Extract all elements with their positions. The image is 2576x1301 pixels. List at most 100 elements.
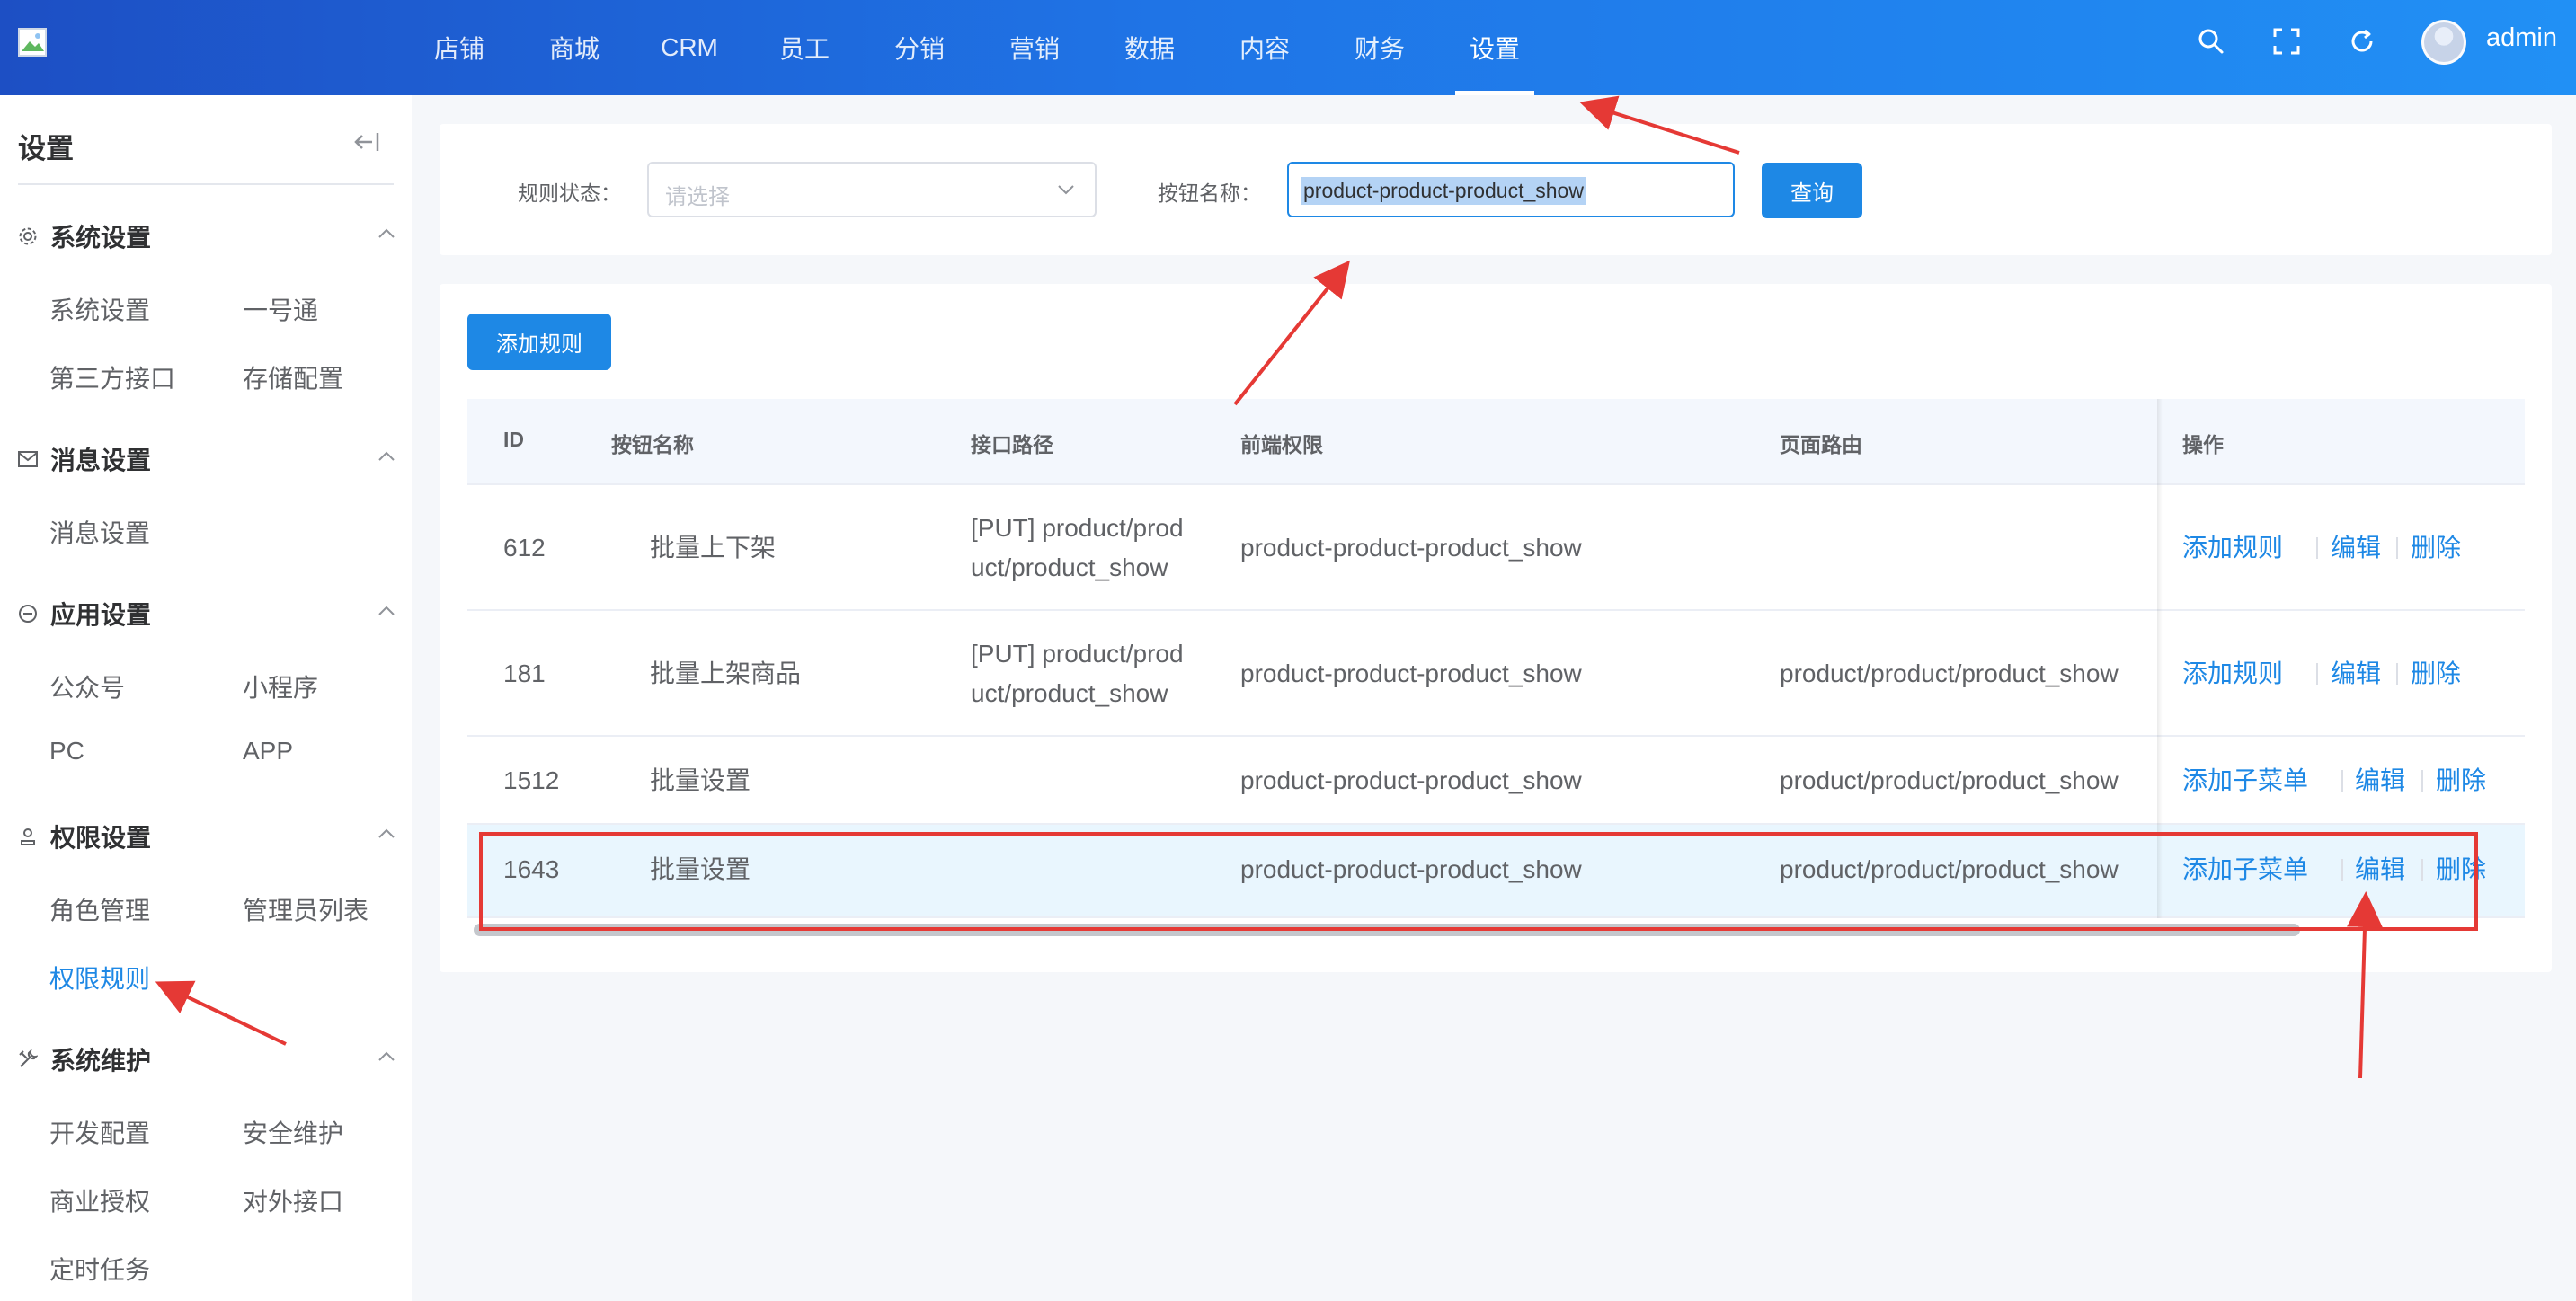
nav-crm[interactable]: CRM <box>632 0 747 95</box>
op-separator <box>2421 770 2423 792</box>
sidebar-item-app[interactable]: APP <box>243 737 293 766</box>
column-header-actions: 操作 <box>2182 433 2224 456</box>
sidebar-item-one-pass[interactable]: 一号通 <box>243 291 318 327</box>
sidebar-item-official-account[interactable]: 公众号 <box>49 668 125 704</box>
chevron-up-icon <box>378 451 395 461</box>
delete-link[interactable]: 删除 <box>2436 761 2486 797</box>
highlight-box <box>479 832 2478 931</box>
table-row: 181 批量上架商品 [PUT] product/prod uct/produc… <box>467 611 2525 737</box>
sidebar-item-commercial-license[interactable]: 商业授权 <box>49 1182 150 1218</box>
chevron-down-icon <box>1058 185 1074 195</box>
user-icon <box>18 827 38 846</box>
add-submenu-link[interactable]: 添加子菜单 <box>2182 761 2308 797</box>
sidebar-item-security-maintenance[interactable]: 安全维护 <box>243 1114 343 1150</box>
column-header-button-name: 按钮名称 <box>611 433 694 456</box>
group-system-settings[interactable]: 系统设置 <box>18 218 395 254</box>
group-label: 权限设置 <box>50 824 152 852</box>
op-separator <box>2316 663 2318 685</box>
gear-icon <box>18 226 38 246</box>
cell-frontend-permission: product-product-product_show <box>1240 766 1582 794</box>
nav-shop[interactable]: 店铺 <box>402 0 517 95</box>
sidebar-item-mini-program[interactable]: 小程序 <box>243 668 318 704</box>
chevron-up-icon <box>378 228 395 238</box>
group-label: 应用设置 <box>50 601 152 629</box>
sidebar-item-message-settings[interactable]: 消息设置 <box>49 514 150 550</box>
sidebar-item-role-management[interactable]: 角色管理 <box>49 891 150 927</box>
collapse-sidebar-icon[interactable] <box>354 131 379 157</box>
query-button[interactable]: 查询 <box>1762 163 1862 218</box>
cell-api-path-line2: uct/product_show <box>971 553 1168 581</box>
column-header-frontend-permission: 前端权限 <box>1240 433 1323 456</box>
group-system-maintenance[interactable]: 系统维护 <box>18 1041 395 1077</box>
column-header-id: ID <box>503 428 524 451</box>
sidebar-item-third-party-api[interactable]: 第三方接口 <box>49 359 175 395</box>
nav-settings[interactable]: 设置 <box>1437 0 1552 95</box>
status-select[interactable]: 请选择 <box>647 162 1097 217</box>
add-rule-link[interactable]: 添加规则 <box>2182 654 2283 690</box>
sidebar-item-admin-list[interactable]: 管理员列表 <box>243 891 369 927</box>
sidebar-item-permission-rules[interactable]: 权限规则 <box>49 960 150 996</box>
tools-icon <box>18 1049 38 1069</box>
cell-page-route: product/product/product_show <box>1780 659 2119 687</box>
nav-finance[interactable]: 财务 <box>1322 0 1437 95</box>
group-label: 系统设置 <box>50 224 152 252</box>
edit-link[interactable]: 编辑 <box>2331 528 2381 564</box>
app-icon <box>18 604 38 624</box>
chevron-up-icon <box>378 606 395 615</box>
sidebar-item-scheduled-tasks[interactable]: 定时任务 <box>49 1251 150 1287</box>
cell-frontend-permission: product-product-product_show <box>1240 534 1582 562</box>
button-name-input[interactable]: product-product-product_show <box>1287 162 1735 217</box>
logo-icon[interactable] <box>18 28 47 57</box>
button-name-input-value: product-product-product_show <box>1301 177 1586 205</box>
cell-id: 181 <box>503 659 546 687</box>
nav-content[interactable]: 内容 <box>1207 0 1322 95</box>
delete-link[interactable]: 删除 <box>2411 654 2461 690</box>
edit-link[interactable]: 编辑 <box>2331 654 2381 690</box>
nav-mall[interactable]: 商城 <box>517 0 632 95</box>
sidebar: 设置 系统设置 系统设置 一号通 第三方接口 存储配置 消息设置 消息设置 应用… <box>0 95 412 1301</box>
add-rule-link[interactable]: 添加规则 <box>2182 528 2283 564</box>
search-icon[interactable] <box>2191 22 2231 61</box>
op-separator <box>2396 537 2398 559</box>
table-row: 1512 批量设置 product-product-product_show p… <box>467 737 2525 825</box>
sidebar-item-system-settings[interactable]: 系统设置 <box>49 291 150 327</box>
top-header: 店铺 商城 CRM 员工 分销 营销 数据 内容 财务 设置 admin <box>0 0 2576 95</box>
group-message-settings[interactable]: 消息设置 <box>18 441 395 477</box>
fullscreen-icon[interactable] <box>2267 22 2306 61</box>
nav-distribution[interactable]: 分销 <box>862 0 977 95</box>
op-separator <box>2316 537 2318 559</box>
add-rule-button[interactable]: 添加规则 <box>467 314 611 370</box>
group-permission-settings[interactable]: 权限设置 <box>18 819 395 854</box>
user-name[interactable]: admin <box>2486 23 2557 53</box>
group-app-settings[interactable]: 应用设置 <box>18 596 395 632</box>
op-separator <box>2341 770 2343 792</box>
chevron-up-icon <box>378 1051 395 1061</box>
status-select-placeholder: 请选择 <box>665 185 730 209</box>
button-name-label: 按钮名称： <box>1158 181 1261 205</box>
sidebar-item-external-api[interactable]: 对外接口 <box>243 1182 343 1218</box>
refresh-icon[interactable] <box>2342 22 2382 61</box>
sidebar-item-storage-config[interactable]: 存储配置 <box>243 359 343 395</box>
status-filter-label: 规则状态： <box>518 181 621 205</box>
chevron-up-icon <box>378 828 395 838</box>
avatar[interactable] <box>2421 20 2466 65</box>
nav-staff[interactable]: 员工 <box>747 0 862 95</box>
group-label: 消息设置 <box>50 447 152 474</box>
table-header: ID 按钮名称 接口路径 前端权限 页面路由 操作 <box>467 399 2525 485</box>
nav-marketing[interactable]: 营销 <box>977 0 1092 95</box>
cell-button-name: 批量上架商品 <box>650 659 802 687</box>
nav-data[interactable]: 数据 <box>1092 0 1207 95</box>
group-label: 系统维护 <box>50 1047 152 1075</box>
cell-id: 612 <box>503 534 546 562</box>
sidebar-item-pc[interactable]: PC <box>49 737 84 766</box>
cell-page-route: product/product/product_show <box>1780 766 2119 794</box>
cell-api-path-line2: uct/product_show <box>971 679 1168 707</box>
edit-link[interactable]: 编辑 <box>2355 761 2405 797</box>
delete-link[interactable]: 删除 <box>2411 528 2461 564</box>
envelope-icon <box>18 449 38 469</box>
sidebar-item-dev-config[interactable]: 开发配置 <box>49 1114 150 1150</box>
cell-api-path-line1: [PUT] product/prod <box>971 514 1184 542</box>
table-row: 612 批量上下架 [PUT] product/prod uct/product… <box>467 485 2525 611</box>
sidebar-divider <box>18 183 394 185</box>
cell-api-path-line1: [PUT] product/prod <box>971 640 1184 668</box>
